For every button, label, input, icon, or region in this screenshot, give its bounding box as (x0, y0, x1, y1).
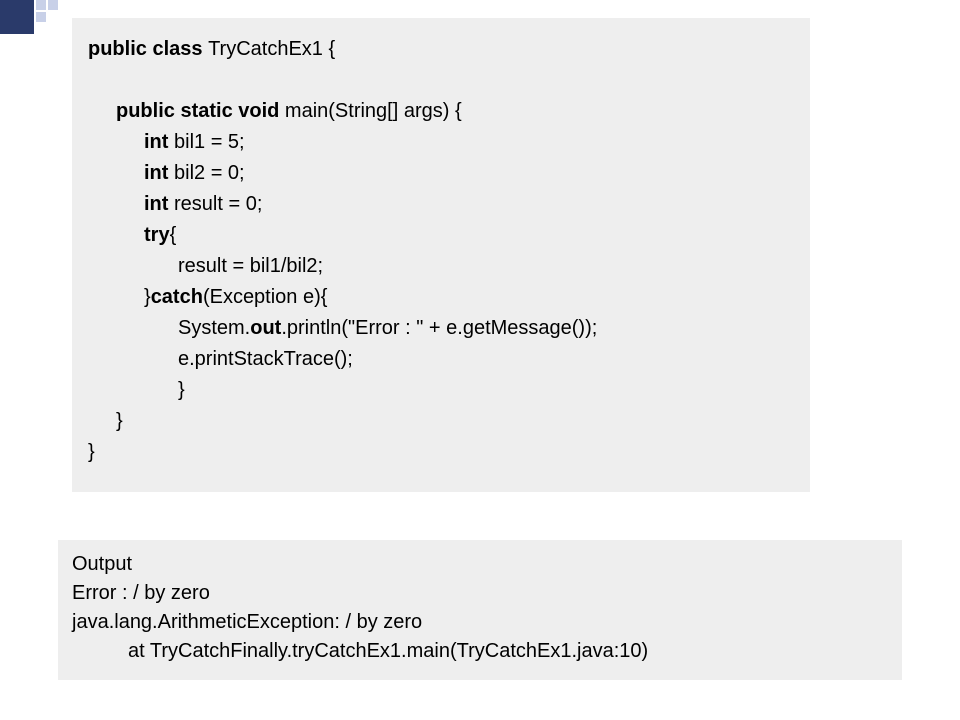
decoration-big-square (0, 0, 34, 34)
code-text: bil1 = 5; (174, 131, 245, 153)
code-line: } (88, 437, 792, 468)
code-text: } (116, 410, 123, 432)
code-text: result = bil1/bil2; (178, 255, 323, 277)
keyword: public static void (116, 100, 285, 122)
code-line: int result = 0; (88, 189, 792, 220)
decoration-small-square (36, 0, 46, 10)
code-text: } (178, 379, 185, 401)
code-line: public class TryCatchEx1 { (88, 34, 792, 65)
code-text: e.printStackTrace(); (178, 348, 353, 370)
output-line: java.lang.ArithmeticException: / by zero (72, 608, 888, 637)
code-block: public class TryCatchEx1 { public static… (72, 18, 810, 492)
decoration-small-squares (36, 0, 60, 24)
code-text: } (88, 441, 95, 463)
keyword: int (144, 193, 174, 215)
code-line: } (88, 375, 792, 406)
code-text: } (144, 286, 151, 308)
code-text: result = 0; (174, 193, 262, 215)
code-line: int bil1 = 5; (88, 127, 792, 158)
code-text: (Exception e){ (203, 286, 328, 308)
field: out (250, 317, 281, 339)
output-line: Error : / by zero (72, 579, 888, 608)
output-block: Output Error : / by zero java.lang.Arith… (58, 540, 902, 680)
code-line: e.printStackTrace(); (88, 344, 792, 375)
decoration-small-square (36, 12, 46, 22)
keyword: catch (151, 286, 203, 308)
keyword: int (144, 131, 174, 153)
code-line: public static void main(String[] args) { (88, 96, 792, 127)
code-line: }catch(Exception e){ (88, 282, 792, 313)
code-line (88, 65, 792, 96)
code-line: int bil2 = 0; (88, 158, 792, 189)
code-line: } (88, 406, 792, 437)
code-text: bil2 = 0; (174, 162, 245, 184)
code-line: try{ (88, 220, 792, 251)
code-line: System.out.println("Error : " + e.getMes… (88, 313, 792, 344)
output-line: at TryCatchFinally.tryCatchEx1.main(TryC… (72, 637, 888, 666)
keyword: int (144, 162, 174, 184)
code-text: TryCatchEx1 { (208, 38, 335, 60)
keyword: public class (88, 38, 208, 60)
code-line: result = bil1/bil2; (88, 251, 792, 282)
keyword: try (144, 224, 170, 246)
code-text: .println("Error : " + e.getMessage()); (281, 317, 597, 339)
slide-decoration (0, 0, 60, 34)
code-text: { (170, 224, 177, 246)
code-text: System. (178, 317, 250, 339)
code-text: main(String[] args) { (285, 100, 462, 122)
output-line: Output (72, 550, 888, 579)
decoration-small-square (48, 0, 58, 10)
